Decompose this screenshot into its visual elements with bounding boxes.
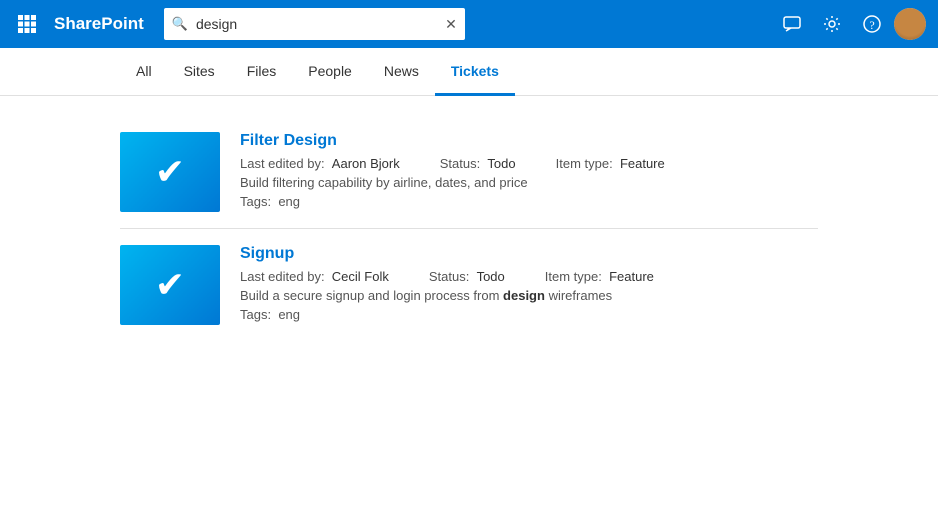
result-description: Build a secure signup and login process … — [240, 288, 818, 303]
result-description: Build filtering capability by airline, d… — [240, 175, 818, 190]
result-meta: Last edited by: Cecil Folk Status: Todo … — [240, 269, 818, 284]
header: SharePoint 🔍 ✕ ? — [0, 0, 938, 48]
waffle-icon[interactable] — [12, 9, 42, 39]
tab-sites[interactable]: Sites — [168, 48, 231, 96]
result-item-signup: ✔ Signup Last edited by: Cecil Folk Stat… — [120, 229, 818, 341]
last-edited-label: Last edited by: Cecil Folk — [240, 269, 389, 284]
results-area: ✔ Filter Design Last edited by: Aaron Bj… — [0, 96, 938, 361]
result-title[interactable]: Signup — [240, 245, 818, 263]
app-title: SharePoint — [54, 14, 144, 34]
search-icon: 🔍 — [172, 16, 188, 32]
tab-news[interactable]: News — [368, 48, 435, 96]
search-box: 🔍 ✕ — [164, 8, 465, 40]
result-tags: Tags: eng — [240, 307, 818, 322]
item-type-field: Item type: Feature — [556, 156, 665, 171]
result-title[interactable]: Filter Design — [240, 132, 818, 150]
result-tags: Tags: eng — [240, 194, 818, 209]
result-thumbnail: ✔ — [120, 132, 220, 212]
settings-button[interactable] — [814, 6, 850, 42]
header-icons: ? — [774, 6, 926, 42]
tab-tickets[interactable]: Tickets — [435, 48, 515, 96]
search-input[interactable] — [196, 16, 437, 32]
nav-tabs: All Sites Files People News Tickets — [0, 48, 938, 96]
result-thumbnail: ✔ — [120, 245, 220, 325]
result-content: Filter Design Last edited by: Aaron Bjor… — [240, 132, 818, 209]
checkmark-icon: ✔ — [155, 267, 185, 303]
status-field: Status: Todo — [440, 156, 516, 171]
svg-text:?: ? — [869, 18, 874, 32]
help-button[interactable]: ? — [854, 6, 890, 42]
item-type-field: Item type: Feature — [545, 269, 654, 284]
checkmark-icon: ✔ — [155, 154, 185, 190]
result-item-filter-design: ✔ Filter Design Last edited by: Aaron Bj… — [120, 116, 818, 229]
status-field: Status: Todo — [429, 269, 505, 284]
chat-button[interactable] — [774, 6, 810, 42]
last-edited-label: Last edited by: Aaron Bjork — [240, 156, 400, 171]
tab-files[interactable]: Files — [231, 48, 293, 96]
close-icon[interactable]: ✕ — [445, 16, 457, 33]
result-content: Signup Last edited by: Cecil Folk Status… — [240, 245, 818, 322]
avatar[interactable] — [894, 8, 926, 40]
result-meta: Last edited by: Aaron Bjork Status: Todo… — [240, 156, 818, 171]
tab-people[interactable]: People — [292, 48, 368, 96]
tab-all[interactable]: All — [120, 48, 168, 96]
